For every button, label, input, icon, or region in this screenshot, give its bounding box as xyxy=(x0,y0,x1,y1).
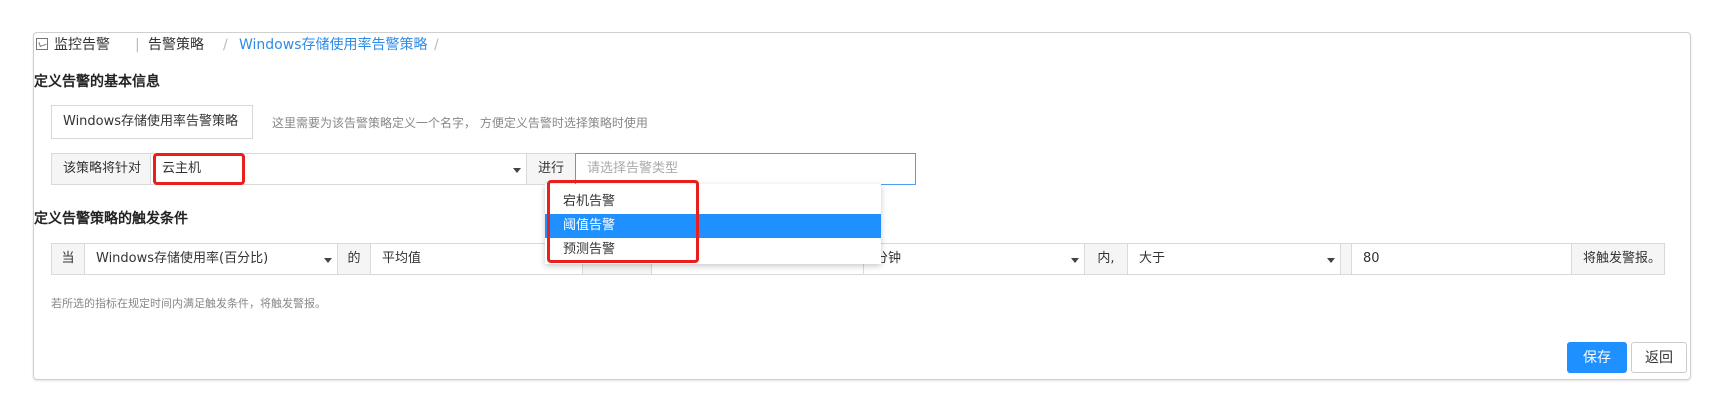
breadcrumb-slash: / xyxy=(223,37,228,53)
metric-select[interactable]: Windows存储使用率(百分比) xyxy=(84,243,338,275)
of-label-addon: 的 xyxy=(337,243,371,275)
when-label-addon: 当 xyxy=(51,243,85,275)
suffix-label-addon: 将触发警报。 xyxy=(1571,243,1665,275)
metric-select-value: Windows存储使用率(百分比) xyxy=(96,251,269,266)
breadcrumb-monitor-alert[interactable]: 监控告警 xyxy=(54,35,110,55)
back-button[interactable]: 返回 xyxy=(1631,342,1687,373)
section-title-trigger: 定义告警策略的触发条件 xyxy=(34,211,188,227)
aggregation-select-value: 平均值 xyxy=(382,251,422,266)
strategy-name-hint: 这里需要为该告警策略定义一个名字， 方便定义告警时选择策略时使用 xyxy=(272,116,648,130)
period-unit-select[interactable]: 分钟 xyxy=(863,243,1085,275)
chevron-down-icon xyxy=(1327,258,1335,263)
monitor-icon xyxy=(36,38,48,50)
threshold-input[interactable]: 80 xyxy=(1351,243,1572,275)
alert-type-placeholder: 请选择告警类型 xyxy=(587,161,679,176)
breadcrumb-current-strategy[interactable]: Windows存储使用率告警策略 xyxy=(239,35,428,55)
target-label-addon: 该策略将针对 xyxy=(51,153,151,185)
compare-select-value: 大于 xyxy=(1139,251,1166,266)
section-title-basic: 定义告警的基本信息 xyxy=(34,74,160,90)
chevron-down-icon xyxy=(324,258,332,263)
trigger-hint: 若所选的指标在规定时间内满足触发条件，将触发警报。 xyxy=(51,297,326,310)
chevron-down-icon xyxy=(1071,258,1079,263)
breadcrumb-alert-strategy[interactable]: 告警策略 xyxy=(148,35,204,55)
breadcrumb-separator: | xyxy=(135,37,140,53)
chevron-down-icon xyxy=(513,168,521,173)
within-label-addon: 内, xyxy=(1084,243,1128,275)
save-button[interactable]: 保存 xyxy=(1567,342,1627,373)
highlight-box-target xyxy=(153,153,245,185)
highlight-box-options xyxy=(547,180,699,263)
compare-select[interactable]: 大于 xyxy=(1127,243,1341,275)
breadcrumb-slash-end: / xyxy=(434,37,439,53)
strategy-name-input[interactable]: Windows存储使用率告警策略 xyxy=(51,105,253,139)
